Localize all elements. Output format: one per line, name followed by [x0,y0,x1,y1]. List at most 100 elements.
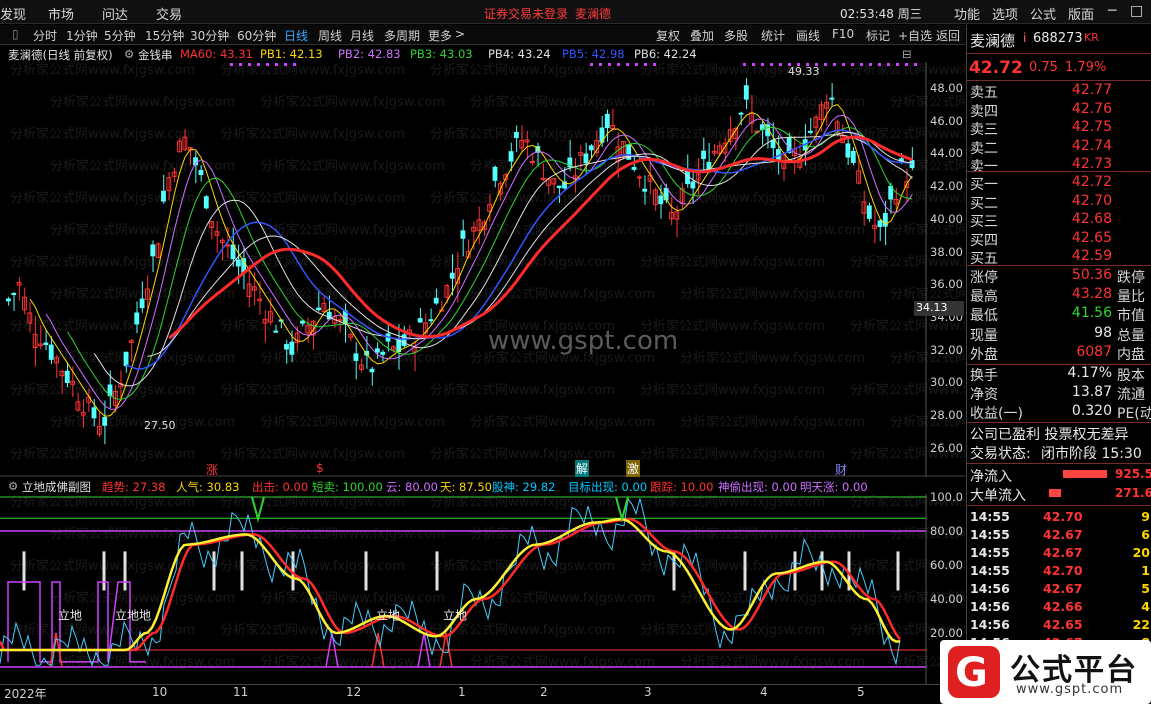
menu-function[interactable]: 功能 [954,4,980,23]
watermark-text: 分析家公式网www.fxjgsw.com [220,190,405,206]
cell: 13.87 [1071,384,1112,401]
tab-monthly[interactable]: 月线 [350,27,374,44]
watermark-text: 分析家公式网www.fxjgsw.com [260,94,445,110]
cell: 20 [1132,545,1150,560]
stat-row: 现量 98 总量 [967,325,1151,344]
bigorder-value: 271.6 [1115,486,1151,500]
cell: 买四 [970,232,998,249]
menu-market[interactable]: 市场 [48,4,74,23]
price-tick: 44.00 [930,146,963,161]
cell: 14:56 [970,581,1010,596]
menu-layout[interactable]: 版面 [1068,4,1094,23]
tab-60min[interactable]: 60分钟 [237,27,276,44]
watermark-text: 分析家公式网www.fxjgsw.com [260,158,445,174]
legend-ma60: MA60: 43.31 [180,47,253,61]
watermark-text: 分析家公式网www.fxjgsw.com [430,126,615,142]
btn-stats[interactable]: 统计 [761,27,785,44]
collapse-icon[interactable]: ⊟ [902,47,912,61]
stat-row: 收益(一) 0.320 PE(动) [967,403,1151,422]
tab-5min[interactable]: 5分钟 [104,27,136,44]
divider [967,422,1151,423]
login-notice[interactable]: 证券交易未登录 [484,5,568,22]
price-tick: 36.00 [930,277,963,292]
candle-body [369,368,375,373]
legend-trend: 趋势: 27.38 [102,480,166,494]
candle-body [102,416,108,426]
menu-wenda[interactable]: 问达 [102,4,128,23]
cell: 买二 [970,195,998,212]
watermark-text: 分析家公式网www.fxjgsw.com [10,494,195,510]
bid-row: 买一 42.72 [967,174,1151,193]
btn-mark[interactable]: 标记 [866,27,890,44]
kline-chart[interactable]: 分析家公式网www.fxjgsw.com 分析家公式网www.fxjgsw.com… [0,62,965,477]
watermark-text: 分析家公式网www.fxjgsw.com [50,590,235,606]
tab-30min[interactable]: 30分钟 [190,27,229,44]
menu-trade[interactable]: 交易 [156,4,182,23]
btn-add-watch[interactable]: +自选 [898,27,932,44]
tab-15min[interactable]: 15分钟 [145,27,184,44]
lidi-label: 立地地 [115,607,151,622]
candle-body [845,143,851,158]
tab-fenshi[interactable]: 分时 [33,27,57,44]
tab-more[interactable]: 更多 [428,27,452,44]
candle-body [738,112,744,115]
divider [967,265,1151,266]
tab-multi-period[interactable]: 多周期 [384,27,420,44]
signal-dot [869,63,872,66]
bid-row: 买二 42.70 [967,193,1151,212]
signal-dot [617,63,620,66]
gear-icon[interactable]: ⚙ [8,479,18,493]
indicator-subchart-name[interactable]: 立地成佛副图 [22,479,91,495]
signal-dot [914,63,917,66]
tick-row: 14:55 42.67 6 [967,527,1151,545]
legend-pb1: PB1: 42.13 [260,47,323,61]
tab-daily[interactable]: 日线 [284,27,308,44]
chevron-right-icon[interactable]: > [455,27,465,41]
btn-fuquan[interactable]: 复权 [656,27,680,44]
candle-body [353,353,359,361]
btn-f10[interactable]: F10 [832,27,854,41]
candle-body [770,139,776,149]
info-icon[interactable]: i [1023,31,1026,45]
price-change-pct: 1.79% [1065,60,1107,75]
btn-multistock[interactable]: 多股 [724,27,748,44]
signal-dot [635,63,638,66]
cell: 卖二 [970,140,998,157]
signal-dot [590,63,593,66]
ask-row: 卖三 42.75 [967,119,1151,138]
candle-body [866,205,872,219]
tick-row: 14:56 42.65 22 [967,617,1151,635]
candle-body [43,342,49,346]
cell: 总量 [1117,327,1145,344]
indicator-name[interactable]: 金钱串 [138,47,173,63]
indicator-chart[interactable]: 分析家公式网www.fxjgsw.com 分析家公式网www.fxjgsw.com… [0,494,965,684]
lidi-label: 立地 [443,607,467,622]
signal-zhang: 涨 [206,463,219,477]
gear-icon[interactable]: ⚙ [124,47,134,61]
btn-draw[interactable]: 画线 [796,27,820,44]
candle-body [401,334,407,347]
menu-formula[interactable]: 公式 [1030,4,1056,23]
btn-overlay[interactable]: 叠加 [690,27,714,44]
legend-cloud: 云: 80.00 [386,480,438,494]
cell: 42.67 [1043,545,1083,560]
candle-body [588,145,594,151]
cell: 14:56 [970,599,1010,614]
minimize-icon[interactable]: ─ [1108,3,1116,19]
indicator-legend: ⚙ 立地成佛副图 趋势: 27.38 人气: 30.83 出击: 0.00 短卖… [0,479,965,495]
cell: 最高 [970,289,998,306]
watermark-text: 分析家公式网www.fxjgsw.com [640,494,825,510]
legend-tomorrow-up: 明天涨: 0.00 [800,480,868,494]
candle-body [203,196,209,209]
menu-options[interactable]: 选项 [992,4,1018,23]
maximize-icon[interactable]: □ [1130,3,1143,19]
tab-weekly[interactable]: 周线 [318,27,342,44]
menu-discover[interactable]: 发现 [0,4,26,23]
signal-dot [248,63,251,66]
cell: 42.67 [1043,581,1083,596]
layout-icon[interactable]: ▯ [12,27,19,41]
btn-back[interactable]: 返回 [936,27,960,44]
tab-1min[interactable]: 1分钟 [66,27,98,44]
signal-dot [743,63,746,66]
tick-row: 14:55 42.70 9 [967,509,1151,527]
